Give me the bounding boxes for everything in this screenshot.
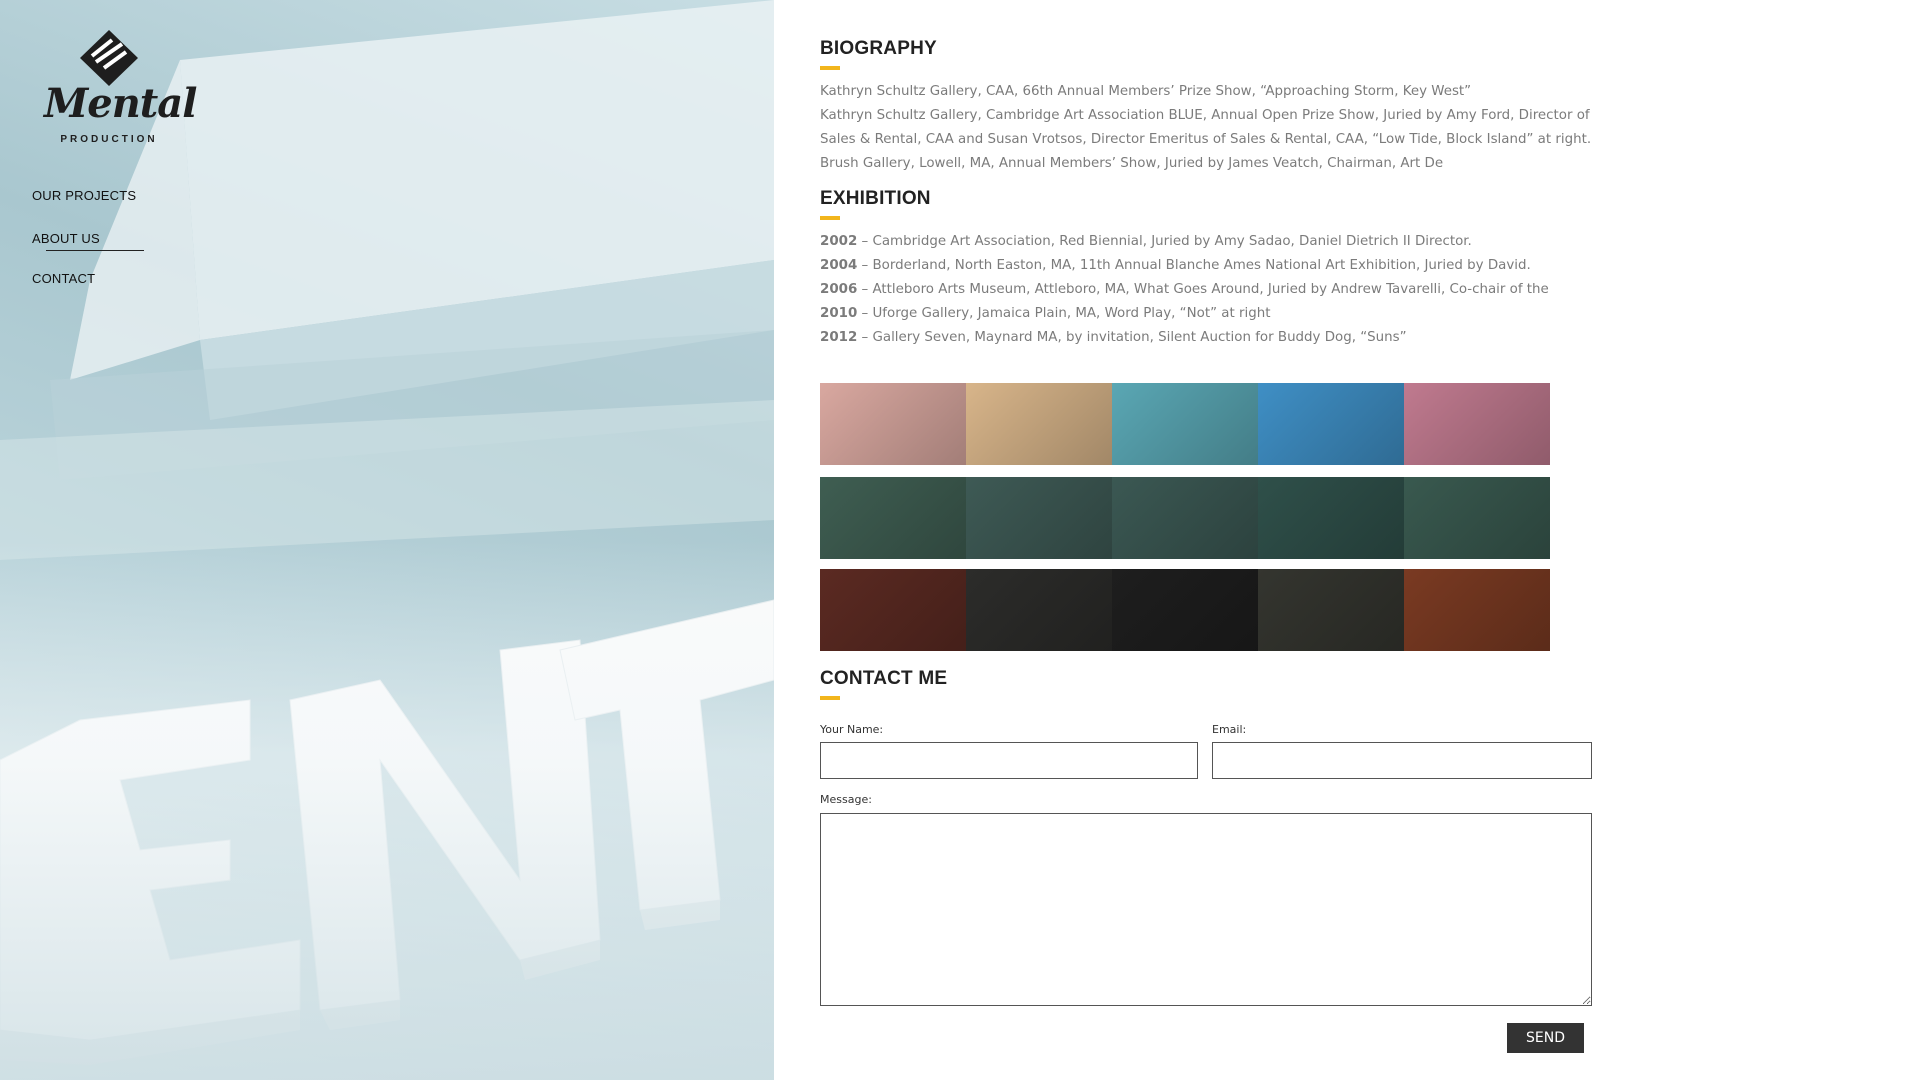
biography-line: Kathryn Schultz Gallery, CAA, 66th Annua… xyxy=(820,84,1472,99)
biography-title: BIOGRAPHY xyxy=(820,38,937,70)
gallery-strip-kawaii[interactable] xyxy=(820,383,1550,465)
email-label: Email: xyxy=(1212,723,1247,736)
exhibition-item: 2002 – Cambridge Art Association, Red Bi… xyxy=(820,230,1590,254)
gallery-thumbnail[interactable] xyxy=(820,383,966,465)
gallery-thumbnail[interactable] xyxy=(1404,569,1550,651)
exhibition-item: 2006 – Attleboro Arts Museum, Attleboro,… xyxy=(820,278,1590,302)
contact-title: CONTACT ME xyxy=(820,668,948,700)
logo-mark-icon xyxy=(80,30,138,86)
hero-floor-gradient xyxy=(0,540,774,1080)
nav-contact[interactable]: CONTACT xyxy=(32,271,95,286)
gallery-strip-animation[interactable] xyxy=(820,477,1550,559)
biography-line: Kathryn Schultz Gallery, Cambridge Art A… xyxy=(820,108,1590,123)
hero-image: Mental PRODUCTION OUR PROJECTS ABOUT US … xyxy=(0,0,774,1080)
exhibition-year: 2006 xyxy=(820,282,858,297)
gallery-thumbnail[interactable] xyxy=(1112,477,1258,559)
exhibition-list: 2002 – Cambridge Art Association, Red Bi… xyxy=(820,230,1590,350)
name-label: Your Name: xyxy=(820,723,884,736)
gallery-thumbnail[interactable] xyxy=(820,477,966,559)
exhibition-item: 2004 – Borderland, North Easton, MA, 11t… xyxy=(820,254,1590,278)
gallery-thumbnail[interactable] xyxy=(966,383,1112,465)
send-button[interactable]: SEND xyxy=(1507,1023,1584,1053)
exhibition-item: 2012 – Gallery Seven, Maynard MA, by inv… xyxy=(820,326,1590,350)
exhibition-text: – Uforge Gallery, Jamaica Plain, MA, Wor… xyxy=(857,306,1271,321)
gallery-thumbnail[interactable] xyxy=(1112,569,1258,651)
gallery-thumbnail[interactable] xyxy=(1258,383,1404,465)
email-input[interactable] xyxy=(1212,742,1592,779)
gallery-thumbnail[interactable] xyxy=(966,477,1112,559)
gallery-strip-horror[interactable] xyxy=(820,569,1550,651)
biography-text: Kathryn Schultz Gallery, CAA, 66th Annua… xyxy=(820,80,1592,176)
nav-about-us[interactable]: ABOUT US xyxy=(32,231,144,251)
gallery-thumbnail[interactable] xyxy=(1404,477,1550,559)
gallery-thumbnail[interactable] xyxy=(1112,383,1258,465)
name-input[interactable] xyxy=(820,742,1198,779)
exhibition-text: – Attleboro Arts Museum, Attleboro, MA, … xyxy=(857,282,1549,297)
message-label: Message: xyxy=(820,793,872,806)
message-textarea[interactable] xyxy=(820,813,1592,1006)
brand-logo[interactable]: Mental PRODUCTION xyxy=(44,28,197,148)
exhibition-item: 2010 – Uforge Gallery, Jamaica Plain, MA… xyxy=(820,302,1590,326)
biography-line: Brush Gallery, Lowell, MA, Annual Member… xyxy=(820,156,1444,171)
exhibition-year: 2004 xyxy=(820,258,858,273)
gallery-thumbnail[interactable] xyxy=(966,569,1112,651)
exhibition-year: 2012 xyxy=(820,330,858,345)
nav-our-projects[interactable]: OUR PROJECTS xyxy=(32,188,136,203)
exhibition-year: 2002 xyxy=(820,234,858,249)
gallery-thumbnail[interactable] xyxy=(1258,569,1404,651)
biography-line: Sales & Rental, CAA and Susan Vrotsos, D… xyxy=(820,132,1592,147)
gallery-thumbnail[interactable] xyxy=(1404,383,1550,465)
logo-tagline: PRODUCTION xyxy=(60,134,158,145)
exhibition-year: 2010 xyxy=(820,306,858,321)
exhibition-text: – Borderland, North Easton, MA, 11th Ann… xyxy=(857,258,1531,273)
gallery-thumbnail[interactable] xyxy=(820,569,966,651)
logo-wordmark: Mental xyxy=(44,80,197,127)
exhibition-text: – Cambridge Art Association, Red Biennia… xyxy=(857,234,1472,249)
exhibition-text: – Gallery Seven, Maynard MA, by invitati… xyxy=(857,330,1407,345)
exhibition-title: EXHIBITION xyxy=(820,188,931,220)
gallery-thumbnail[interactable] xyxy=(1258,477,1404,559)
